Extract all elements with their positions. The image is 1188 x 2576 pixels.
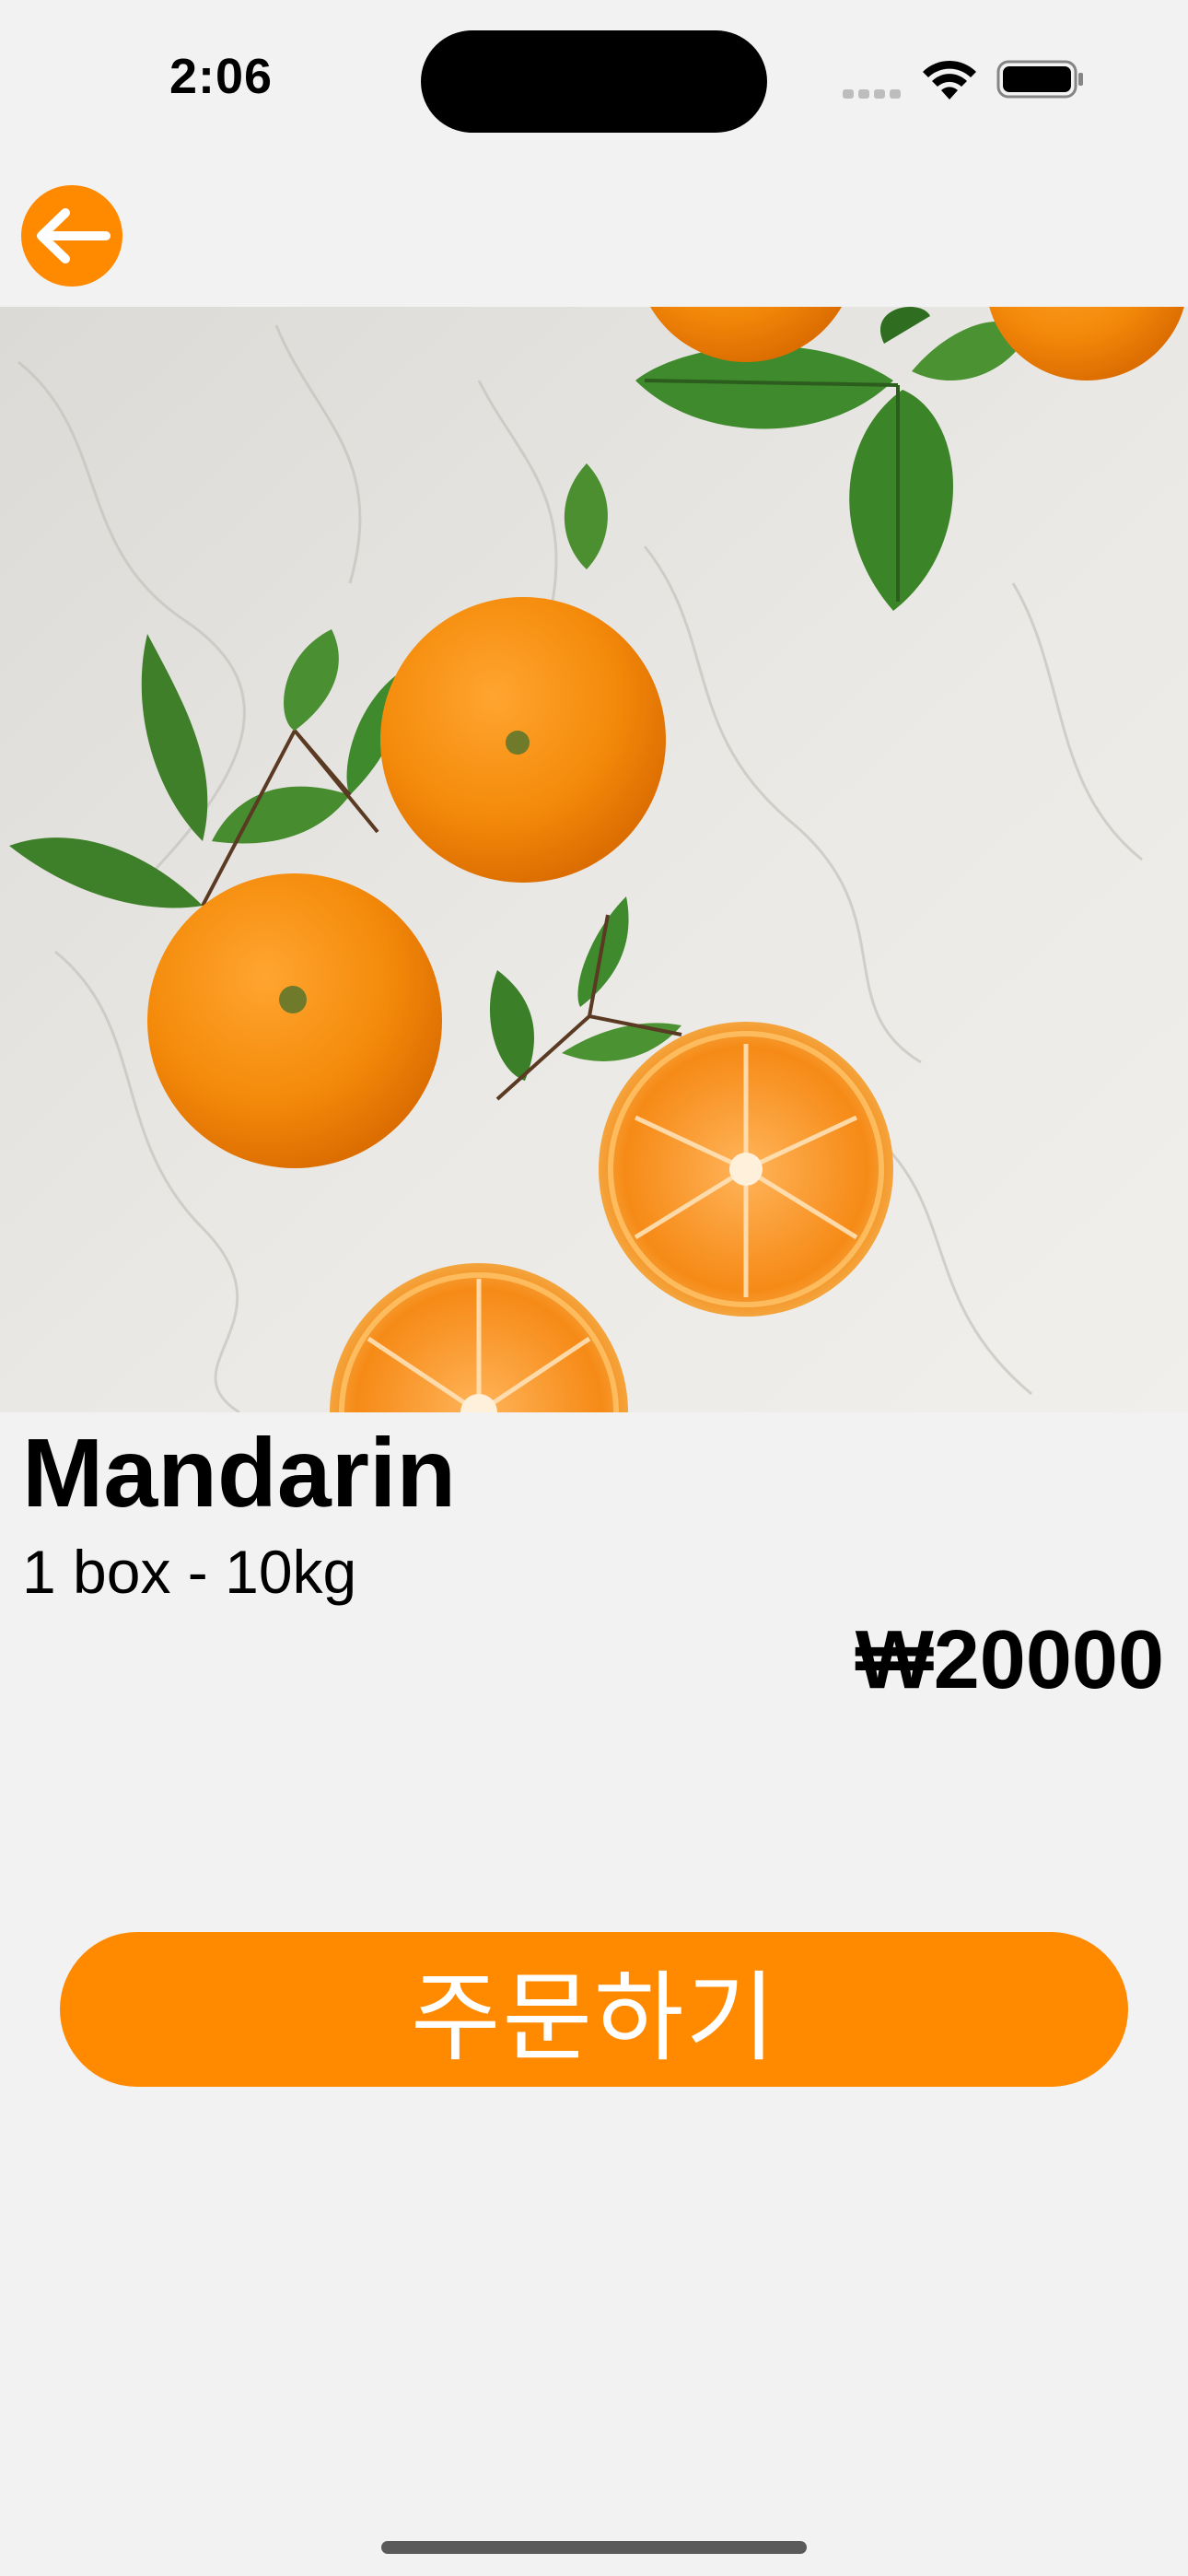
back-button[interactable]	[21, 185, 122, 287]
product-detail-screen: 2:06 Mandarin 1 box - 10kg ₩20000 주문하기	[0, 0, 1188, 2576]
product-image	[0, 307, 1188, 1412]
battery-icon	[996, 60, 1083, 99]
status-bar: 2:06	[0, 0, 1188, 157]
product-price: ₩20000	[855, 1614, 1164, 1706]
status-time: 2:06	[169, 49, 274, 104]
wifi-icon	[923, 60, 976, 100]
order-button[interactable]: 주문하기	[60, 1932, 1128, 2087]
home-indicator[interactable]	[381, 2541, 807, 2554]
product-quantity: 1 box - 10kg	[22, 1538, 357, 1606]
cellular-signal-icon	[843, 87, 905, 99]
dynamic-island	[421, 30, 767, 133]
product-name: Mandarin	[22, 1419, 457, 1528]
arrow-left-icon	[37, 208, 111, 263]
